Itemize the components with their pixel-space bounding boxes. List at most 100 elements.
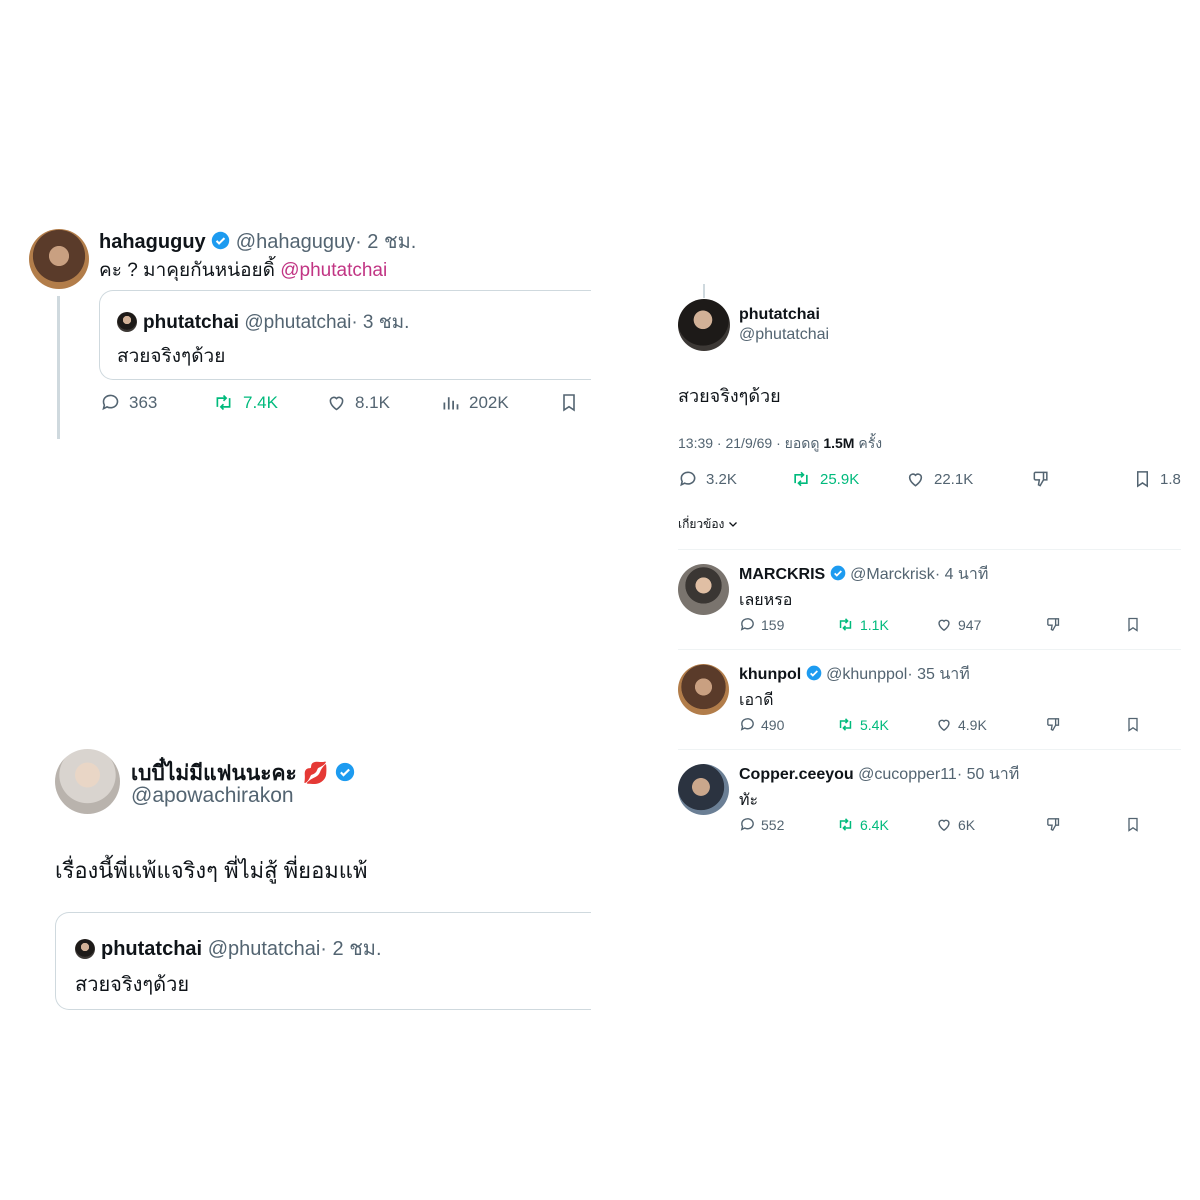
retweet-button[interactable]: 25.9K bbox=[790, 469, 859, 489]
reply-header: MARCKRIS @Marckrisk· 4 นาที bbox=[739, 562, 988, 587]
reply-icon bbox=[102, 394, 119, 411]
like-button[interactable]: 947 bbox=[935, 616, 981, 633]
retweet-icon bbox=[839, 818, 852, 831]
retweet-icon bbox=[839, 618, 852, 631]
retweet-button[interactable]: 7.4K bbox=[212, 392, 278, 413]
dislike-button[interactable] bbox=[1031, 469, 1051, 489]
display-name[interactable]: เบบี๋ไม่มีแฟนนะคะ bbox=[131, 762, 297, 785]
reply-button[interactable]: 363 bbox=[100, 392, 157, 413]
quoted-handle: @phutatchai bbox=[207, 938, 321, 960]
verified-icon bbox=[806, 665, 822, 681]
bookmark-button[interactable]: 1.8 bbox=[1133, 469, 1181, 489]
timestamp[interactable]: · 2 ชม. bbox=[355, 231, 416, 253]
quoted-tweet-header: phutatchai @phutatchai· 2 ชม. bbox=[75, 932, 382, 964]
timestamp[interactable]: · 4 นาที bbox=[935, 566, 989, 583]
retweet-button[interactable]: 6.4K bbox=[836, 816, 889, 833]
like-button[interactable]: 4.9K bbox=[935, 716, 987, 733]
display-name[interactable]: hahaguguy bbox=[99, 231, 206, 253]
like-count: 947 bbox=[958, 616, 982, 633]
tweet1-header: hahaguguy @hahaguguy· 2 ชม. bbox=[99, 225, 416, 257]
reply-button[interactable]: 552 bbox=[739, 816, 784, 833]
avatar-phutatchai[interactable] bbox=[678, 299, 730, 351]
dislike-icon bbox=[1047, 818, 1060, 832]
like-icon bbox=[938, 819, 950, 832]
reply-button[interactable]: 159 bbox=[739, 616, 784, 633]
timestamp[interactable]: 13:39 · 21/9/69 · ยอดดู bbox=[678, 435, 819, 451]
timestamp[interactable]: · 35 นาที bbox=[907, 666, 969, 683]
retweet-count: 25.9K bbox=[820, 470, 860, 488]
quoted-tweet-header: phutatchai @phutatchai· 3 ชม. bbox=[117, 307, 409, 337]
retweet-button[interactable]: 1.1K bbox=[836, 616, 889, 633]
display-name[interactable]: phutatchai bbox=[739, 306, 820, 324]
avatar-apowachirakon[interactable] bbox=[55, 749, 120, 814]
bookmark-button[interactable] bbox=[1125, 816, 1141, 833]
like-icon bbox=[938, 619, 950, 632]
views-icon bbox=[443, 397, 459, 410]
quoted-time: · 2 ชม. bbox=[320, 938, 382, 960]
dislike-button[interactable] bbox=[1045, 616, 1062, 633]
reply-button[interactable]: 3.2K bbox=[678, 469, 737, 489]
handle[interactable]: @hahaguguy bbox=[236, 231, 355, 253]
reply-icon bbox=[740, 718, 754, 731]
bookmark-button[interactable] bbox=[1125, 716, 1141, 733]
display-name[interactable]: MARCKRIS bbox=[739, 566, 825, 583]
like-button[interactable]: 6K bbox=[935, 816, 975, 833]
handle[interactable]: @phutatchai bbox=[739, 326, 829, 344]
reply-icon bbox=[680, 471, 696, 487]
bookmark-button[interactable] bbox=[559, 392, 579, 413]
tweet1-text: คะ ? มาคุยกันหน่อยดิ้ @phutatchai bbox=[99, 255, 387, 285]
bookmark-icon bbox=[563, 394, 575, 412]
divider bbox=[678, 649, 1181, 650]
handle[interactable]: @apowachirakon bbox=[131, 784, 294, 808]
reply-count: 363 bbox=[129, 392, 158, 412]
like-button[interactable]: 22.1K bbox=[905, 469, 973, 489]
related-toggle[interactable]: เกี่ยวข้อง bbox=[678, 515, 738, 534]
like-button[interactable]: 8.1K bbox=[326, 392, 390, 413]
avatar-khunpol[interactable] bbox=[678, 664, 729, 715]
avatar-hahaguguy[interactable] bbox=[29, 229, 89, 289]
handle[interactable]: @khunppol bbox=[826, 666, 907, 683]
divider bbox=[678, 749, 1181, 750]
view-count: 202K bbox=[469, 392, 509, 412]
reply-header: khunpol @khunppol· 35 นาที bbox=[739, 662, 970, 687]
views-button[interactable]: 202K bbox=[440, 392, 509, 413]
display-name[interactable]: Copper.ceeyou bbox=[739, 766, 854, 783]
reply-header: Copper.ceeyou @cucopper11· 50 นาที bbox=[739, 762, 1019, 787]
dislike-button[interactable] bbox=[1045, 816, 1062, 833]
reply-icon bbox=[740, 618, 754, 631]
quoted-display-name: phutatchai bbox=[143, 312, 240, 333]
reply-text: ทัะ bbox=[739, 792, 759, 809]
quoted-display-name: phutatchai bbox=[101, 938, 203, 960]
handle[interactable]: @Marckrisk bbox=[850, 566, 935, 583]
thread-connector bbox=[703, 284, 705, 298]
timestamp[interactable]: · 50 นาที bbox=[957, 766, 1019, 783]
bookmark-icon bbox=[1136, 471, 1149, 488]
bookmark-icon bbox=[1128, 617, 1138, 632]
verified-icon bbox=[830, 565, 846, 581]
quoted-avatar bbox=[75, 939, 95, 959]
main-tweet-text: สวยจริงๆด้วย bbox=[678, 386, 781, 406]
handle[interactable]: @cucopper11 bbox=[858, 766, 957, 783]
quoted-handle: @phutatchai bbox=[244, 312, 352, 333]
chevron-down-icon bbox=[728, 522, 737, 527]
like-icon bbox=[329, 396, 344, 411]
like-count: 6K bbox=[958, 816, 976, 833]
avatar-marckris[interactable] bbox=[678, 564, 729, 615]
like-count: 22.1K bbox=[934, 470, 974, 488]
reply-button[interactable]: 490 bbox=[739, 716, 784, 733]
tweet2-text: เรื่องนี้พี่แพ้แจริงๆ พี่ไม่สู้ พี่ยอมแพ… bbox=[55, 858, 368, 883]
retweet-button[interactable]: 5.4K bbox=[836, 716, 889, 733]
verified-icon bbox=[212, 231, 230, 250]
retweet-count: 5.4K bbox=[860, 716, 889, 733]
avatar-copper[interactable] bbox=[678, 764, 729, 815]
bookmark-button[interactable] bbox=[1125, 616, 1141, 633]
dislike-icon bbox=[1047, 718, 1060, 732]
dislike-button[interactable] bbox=[1045, 716, 1062, 733]
quoted-text: สวยจริงๆด้วย bbox=[75, 974, 190, 996]
display-name[interactable]: khunpol bbox=[739, 666, 801, 683]
retweet-count: 1.1K bbox=[860, 616, 889, 633]
reply-icon bbox=[740, 818, 754, 831]
retweet-count: 6.4K bbox=[860, 816, 889, 833]
retweet-icon bbox=[216, 394, 231, 411]
mention-link[interactable]: @phutatchai bbox=[280, 260, 387, 281]
